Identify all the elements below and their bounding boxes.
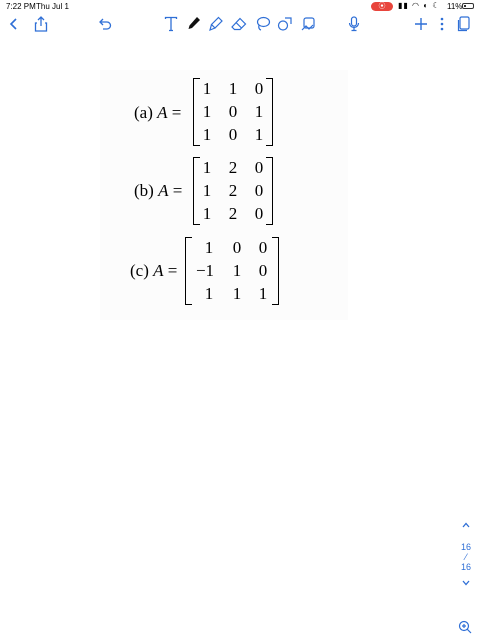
chevron-left-icon xyxy=(9,18,17,30)
eraser-icon xyxy=(231,17,247,31)
status-date: Thu Jul 1 xyxy=(36,2,69,11)
undo-icon xyxy=(99,18,112,30)
matrix-cell: 0 xyxy=(254,204,264,223)
matrix-cell: 1 xyxy=(232,284,242,303)
equation-label: (a) A = xyxy=(134,103,182,122)
eraser-tool-button[interactable] xyxy=(229,13,249,35)
zoom-in-button[interactable] xyxy=(458,620,474,636)
pen-icon xyxy=(188,17,200,29)
microphone-button[interactable] xyxy=(346,13,362,35)
share-button[interactable] xyxy=(32,13,50,35)
text-tool-button[interactable] xyxy=(162,13,180,35)
matrix-cell: 0 xyxy=(258,238,268,257)
status-time: 7:22 PM xyxy=(6,2,36,11)
pages-icon xyxy=(457,16,470,32)
plus-icon xyxy=(415,18,427,30)
matrix-cell: 2 xyxy=(228,204,238,223)
page-indicator: 16 ⁄ 16 xyxy=(452,520,480,590)
matrix-cell: 0 xyxy=(254,79,264,98)
microphone-icon xyxy=(348,16,360,32)
matrix-a: 1 1 0 1 0 1 1 0 1 xyxy=(193,78,273,146)
image-tool-button[interactable] xyxy=(299,13,317,35)
image-icon xyxy=(301,17,315,31)
chevron-down-icon[interactable] xyxy=(452,578,480,590)
matrix-cell: 1 xyxy=(202,181,212,200)
toolbar xyxy=(0,13,480,35)
matrix-cell: 2 xyxy=(228,158,238,177)
matrix-cell: 1 xyxy=(204,238,214,257)
note-page: (a) A = 1 1 0 1 0 1 1 0 1 (b) A = 1 2 0 … xyxy=(100,70,348,320)
matrix-cell: 1 xyxy=(232,261,242,280)
back-button[interactable] xyxy=(6,13,22,35)
battery-percent: 11% xyxy=(447,2,463,11)
screen-recording-icon: ⦿ xyxy=(371,2,393,11)
signal-wifi-icons: ▮▮ ◠ ◐ ☾ xyxy=(398,1,441,10)
matrix-cell: 1 xyxy=(228,79,238,98)
matrix-cell: 0 xyxy=(258,261,268,280)
matrix-cell: 1 xyxy=(254,125,264,144)
lasso-tool-button[interactable] xyxy=(254,13,272,35)
status-bar: 7:22 PM Thu Jul 1 ⦿ ▮▮ ◠ ◐ ☾ 11% xyxy=(0,0,480,13)
pages-button[interactable] xyxy=(455,13,473,35)
undo-button[interactable] xyxy=(96,13,114,35)
page-separator: ⁄ xyxy=(465,552,467,562)
total-pages: 16 xyxy=(460,562,471,572)
matrix-cell: 2 xyxy=(228,181,238,200)
current-page: 16 xyxy=(460,542,471,552)
shapes-icon xyxy=(277,17,292,31)
matrix-cell: 1 xyxy=(254,102,264,121)
matrix-cell: 0 xyxy=(228,102,238,121)
matrix-cell: 0 xyxy=(232,238,242,257)
zoom-in-icon xyxy=(458,620,472,634)
matrix-cell: 0 xyxy=(254,158,264,177)
pen-tool-button[interactable] xyxy=(185,13,203,35)
matrix-cell: 1 xyxy=(202,158,212,177)
highlighter-icon xyxy=(209,16,223,32)
matrix-cell: 1 xyxy=(258,284,268,303)
shapes-tool-button[interactable] xyxy=(276,13,294,35)
battery-icon xyxy=(462,3,474,9)
matrix-c: 1 0 0 −1 1 0 1 1 1 xyxy=(185,237,279,305)
share-icon xyxy=(34,16,48,32)
matrix-cell: 1 xyxy=(202,204,212,223)
matrix-cell: 1 xyxy=(204,284,214,303)
more-icon xyxy=(440,17,444,31)
highlighter-tool-button[interactable] xyxy=(207,13,225,35)
more-button[interactable] xyxy=(436,13,448,35)
matrix-cell: 1 xyxy=(202,102,212,121)
matrix-b: 1 2 0 1 2 0 1 2 0 xyxy=(193,157,273,225)
matrix-cell: 0 xyxy=(254,181,264,200)
matrix-cell: 1 xyxy=(202,125,212,144)
chevron-up-icon[interactable] xyxy=(452,520,480,532)
add-button[interactable] xyxy=(413,13,429,35)
matrix-cell: 1 xyxy=(202,79,212,98)
equation-label: (c) A = xyxy=(130,261,178,280)
lasso-icon xyxy=(256,16,271,31)
matrix-cell: −1 xyxy=(195,261,215,280)
equation-label: (b) A = xyxy=(134,181,183,200)
matrix-cell: 0 xyxy=(228,125,238,144)
text-tool-icon xyxy=(164,16,178,32)
